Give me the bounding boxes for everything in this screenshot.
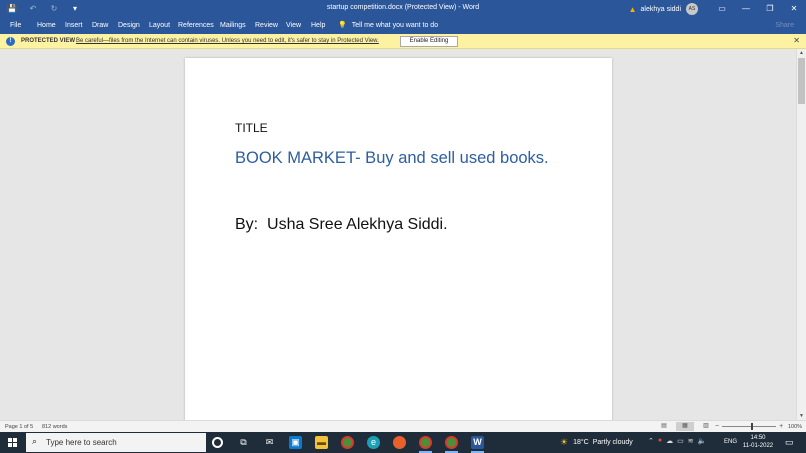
enable-editing-button[interactable]: Enable Editing — [400, 36, 458, 47]
word-icon[interactable]: W — [471, 436, 484, 449]
tab-insert[interactable]: Insert — [65, 22, 83, 29]
tab-review[interactable]: Review — [255, 22, 278, 29]
system-tray: ⌃ ● ☁ ▭ ≋ 🔈 — [648, 437, 706, 445]
read-mode-icon[interactable]: ▤ — [655, 422, 673, 431]
tab-design[interactable]: Design — [118, 22, 140, 29]
partly-cloudy-icon: ☀ — [560, 437, 569, 447]
tab-references[interactable]: References — [178, 22, 214, 29]
tab-view[interactable]: View — [286, 22, 301, 29]
document-title-label: TITLE — [235, 121, 268, 135]
close-button[interactable]: ✕ — [782, 0, 806, 18]
protected-view-bar: ! PROTECTED VIEW Be careful—files from t… — [0, 34, 806, 49]
vertical-scrollbar[interactable]: ▲ ▼ — [796, 49, 806, 420]
ribbon-tabs: File Home Insert Draw Design Layout Refe… — [0, 18, 806, 34]
tab-layout[interactable]: Layout — [149, 22, 170, 29]
ribbon-display-options-icon[interactable]: ▭ — [710, 0, 734, 18]
zoom-track[interactable] — [722, 423, 777, 430]
warning-icon[interactable]: ▲ — [629, 5, 637, 14]
zoom-knob[interactable] — [751, 423, 754, 430]
onedrive-icon[interactable]: ☁ — [666, 437, 673, 445]
taskbar: ⌕ Type here to search ⧉ ✉ ▣ ▬ e W ☀ 18°C… — [0, 432, 806, 453]
view-buttons: ▤ ▦ ▥ — [655, 422, 715, 431]
cortana-icon[interactable] — [212, 437, 223, 448]
search-placeholder: Type here to search — [46, 438, 117, 447]
zoom-in-icon[interactable]: + — [779, 423, 783, 430]
windows-start-icon[interactable] — [8, 438, 17, 447]
tab-help[interactable]: Help — [311, 22, 325, 29]
share-button[interactable]: Share — [775, 22, 794, 29]
chrome-profile-2-icon[interactable] — [445, 436, 458, 449]
print-layout-icon[interactable]: ▦ — [676, 422, 694, 431]
wifi-icon[interactable]: ≋ — [688, 437, 694, 445]
chevron-up-icon[interactable]: ⌃ — [648, 437, 654, 445]
restore-button[interactable]: ❐ — [758, 0, 782, 18]
status-bar: Page 1 of 5 812 words ▤ ▦ ▥ − + 100% — [0, 420, 806, 432]
tab-home[interactable]: Home — [37, 22, 56, 29]
close-icon[interactable]: ✕ — [793, 36, 800, 45]
document-page[interactable]: TITLE BOOK MARKET- Buy and sell used boo… — [185, 58, 612, 420]
search-icon: ⌕ — [32, 436, 38, 446]
weather-temp: 18°C — [573, 439, 589, 446]
weather-widget[interactable]: ☀ 18°C Partly cloudy — [560, 432, 633, 453]
antivirus-icon[interactable]: ● — [658, 437, 662, 445]
battery-icon[interactable]: ▭ — [677, 437, 684, 445]
zoom-out-icon[interactable]: − — [715, 423, 719, 430]
document-heading: BOOK MARKET- Buy and sell used books. — [235, 149, 549, 167]
lightbulb-icon: 💡 — [338, 22, 347, 29]
scroll-down-icon[interactable]: ▼ — [797, 412, 806, 420]
zoom-level[interactable]: 100% — [788, 424, 802, 430]
web-layout-icon[interactable]: ▥ — [697, 422, 715, 431]
tell-me-label: Tell me what you want to do — [351, 21, 439, 29]
chrome-profile-icon[interactable] — [419, 436, 432, 449]
document-canvas: TITLE BOOK MARKET- Buy and sell used boo… — [0, 49, 796, 420]
tab-file[interactable]: File — [10, 22, 21, 29]
word-count[interactable]: 812 words — [42, 424, 67, 430]
tab-draw[interactable]: Draw — [92, 22, 108, 29]
firefox-icon[interactable] — [393, 436, 406, 449]
tell-me-search[interactable]: 💡 Tell me what you want to do — [338, 21, 439, 30]
shield-icon: ! — [6, 37, 15, 46]
avatar[interactable]: AS — [686, 3, 698, 15]
document-author: By: Usha Sree Alekhya Siddi. — [235, 216, 448, 233]
task-view-icon[interactable]: ⧉ — [237, 436, 250, 449]
chrome-icon[interactable] — [341, 436, 354, 449]
notification-icon[interactable]: ▭ — [785, 437, 794, 448]
user-name[interactable]: alekhya siddi — [641, 6, 681, 13]
tab-mailings[interactable]: Mailings — [220, 22, 246, 29]
minimize-button[interactable]: — — [734, 0, 758, 18]
file-explorer-icon[interactable]: ▬ — [315, 436, 328, 449]
clock-time: 14:50 — [750, 435, 766, 441]
page-count[interactable]: Page 1 of 5 — [5, 424, 33, 430]
zoom-slider[interactable]: − + — [715, 423, 783, 430]
taskbar-search[interactable]: ⌕ Type here to search — [26, 433, 206, 452]
protected-view-label: PROTECTED VIEW — [21, 38, 76, 44]
title-bar: 💾 ↶ ↻ ▾ startup competition.docx (Protec… — [0, 0, 806, 18]
clock-date: 11-01-2022 — [742, 443, 774, 449]
volume-icon[interactable]: 🔈 — [698, 437, 707, 445]
clock[interactable]: 14:50 11-01-2022 — [741, 434, 775, 450]
scroll-up-icon[interactable]: ▲ — [797, 49, 806, 57]
mail-icon[interactable]: ✉ — [263, 436, 276, 449]
scroll-thumb[interactable] — [798, 58, 805, 104]
photos-icon[interactable]: ▣ — [289, 436, 302, 449]
protected-view-message[interactable]: Be careful—files from the Internet can c… — [76, 38, 379, 44]
language-indicator[interactable]: ENG — [724, 439, 737, 445]
weather-desc: Partly cloudy — [592, 439, 633, 446]
edge-icon[interactable]: e — [367, 436, 380, 449]
